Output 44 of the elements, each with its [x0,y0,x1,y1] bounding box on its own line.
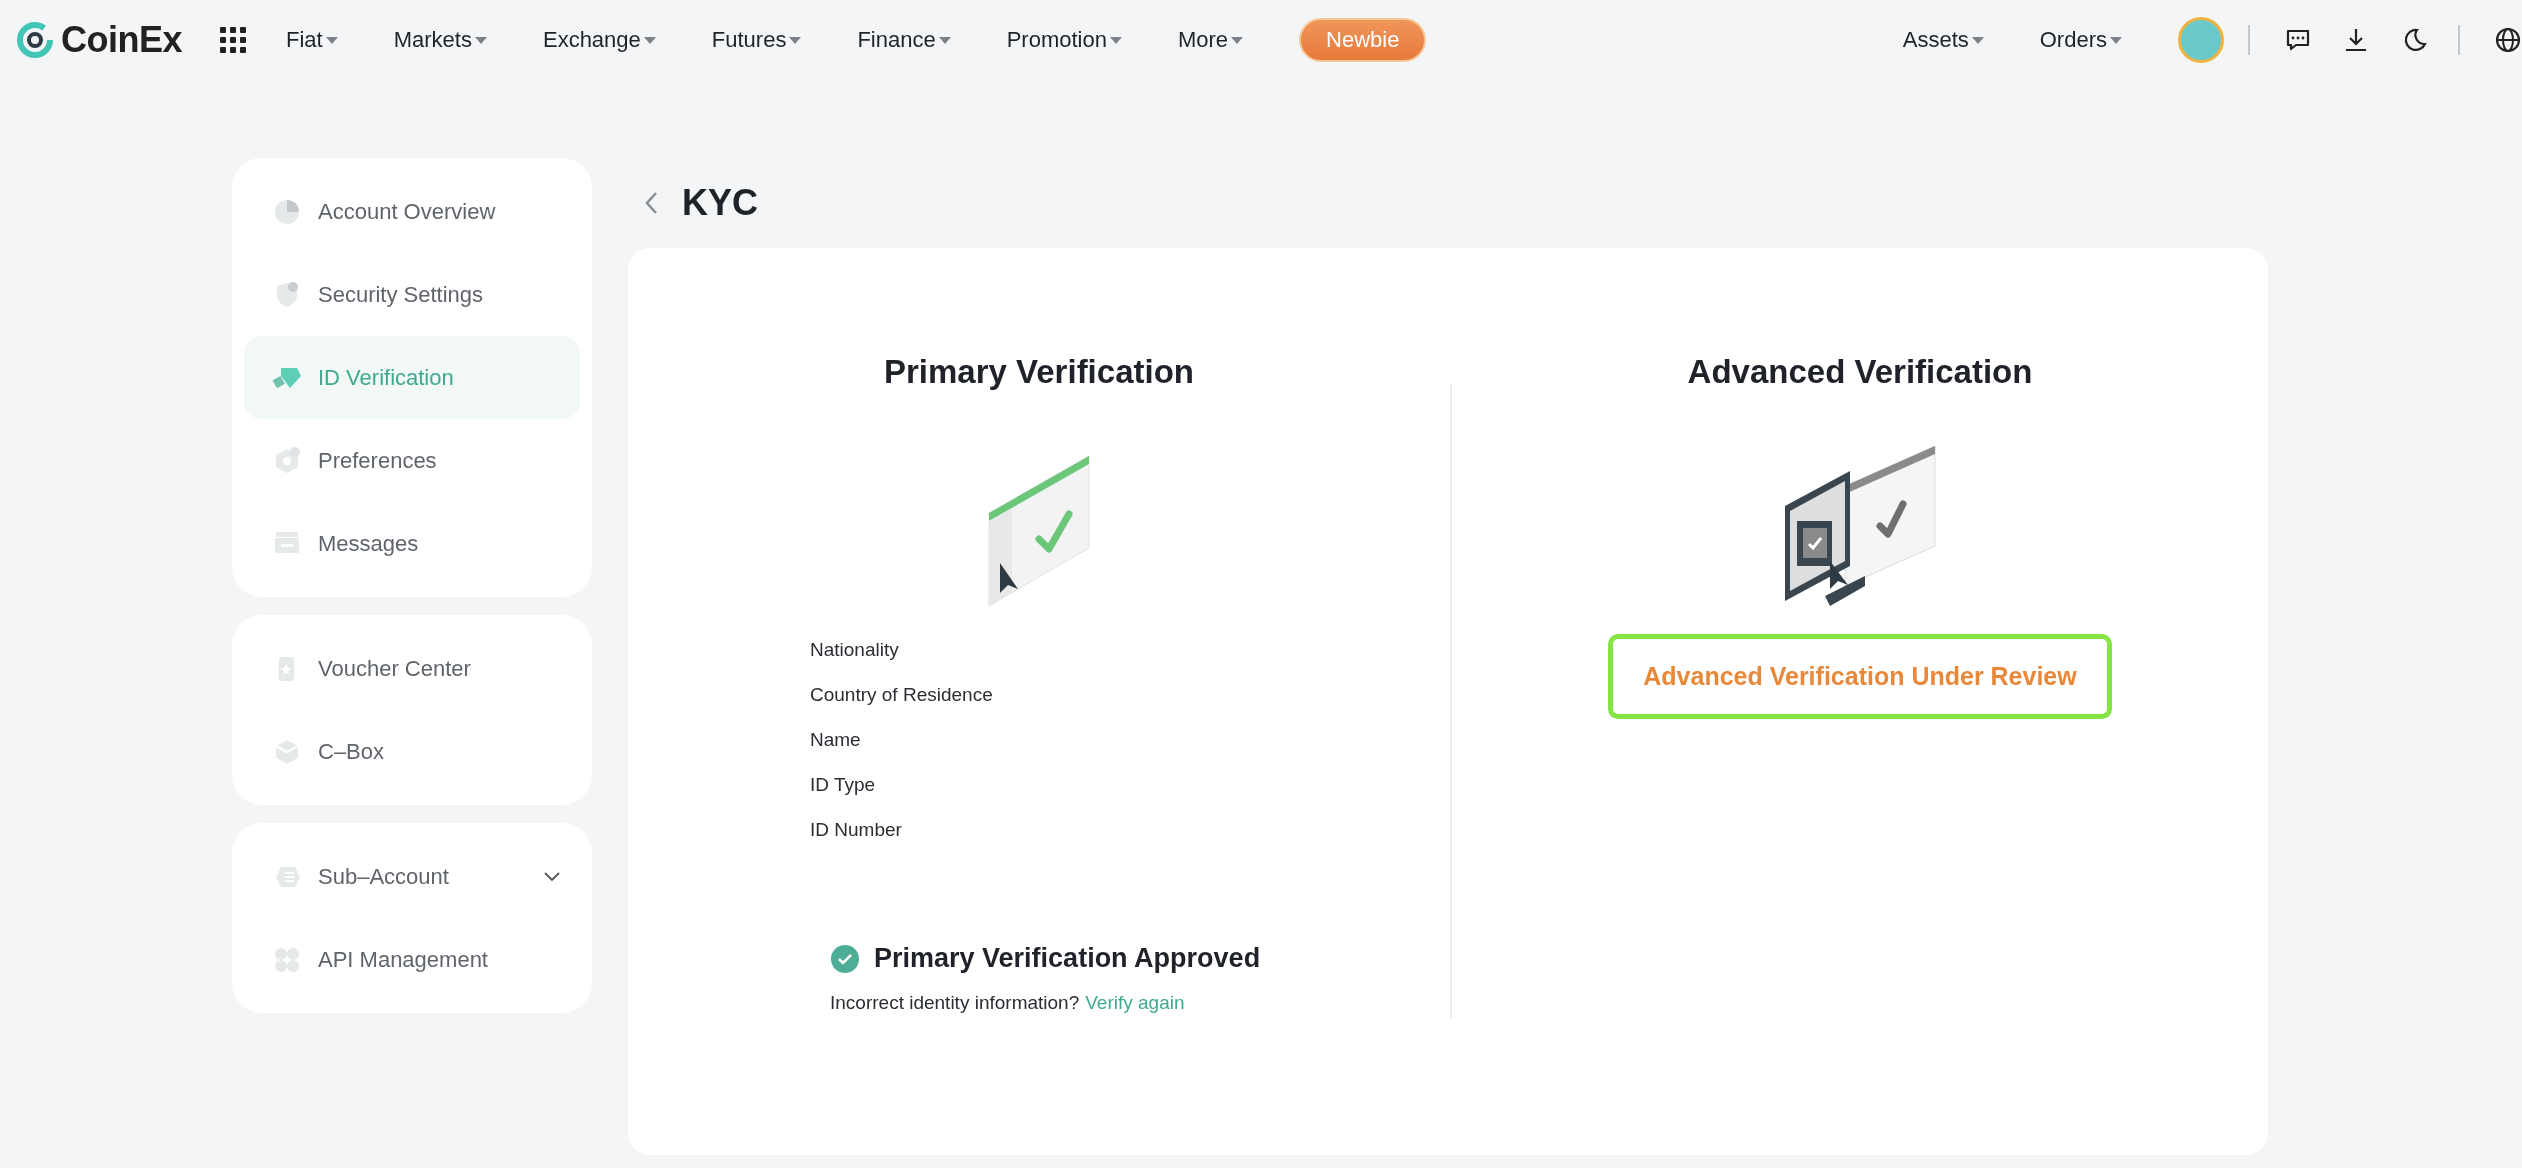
sidebar-item[interactable]: Sub–Account [244,835,580,918]
nav-menu[interactable]: Promotion [1006,27,1122,53]
sidebar-item[interactable]: Voucher Center [244,627,580,710]
caret-icon [325,36,338,44]
globe-icon[interactable] [2494,26,2522,54]
chevron-down-icon[interactable] [544,871,560,882]
caret-icon [789,36,802,44]
caret-icon [643,36,656,44]
field-label: Name [810,729,862,751]
nav-menu[interactable]: Exchange [542,27,656,53]
field-label: ID Type [810,774,877,796]
check-circle-icon [830,943,860,974]
nav-menu[interactable]: More [1177,27,1244,53]
nav-menu[interactable]: Assets [1902,27,1984,53]
logo-text[interactable]: CoinEx [61,19,182,61]
caret-icon [1109,36,1122,44]
nav-menu[interactable]: Fiat [286,27,338,53]
field-label: Nationality [810,639,900,661]
review-status: Advanced Verification Under Review [1608,634,2112,719]
sidebar-item[interactable]: Preferences [244,419,580,502]
caret-icon [474,36,487,44]
nav-menu[interactable]: Markets [393,27,487,53]
sidebar-item[interactable]: Messages [244,502,580,585]
caret-icon [1971,36,1984,44]
section-title: Advanced Verification [1687,353,2033,391]
page-title: KYC [682,182,758,224]
nav-menu[interactable]: Futures [711,27,802,53]
caret-icon [1231,36,1244,44]
section-title: Primary Verification [884,353,1194,391]
sidebar-item[interactable]: Account Overview [244,170,580,253]
sidebar-item[interactable]: API Management [244,918,580,1001]
back-icon[interactable] [644,191,658,215]
field-label: ID Number [810,819,903,841]
approved-status: Primary Verification Approved [874,943,1261,974]
apps-grid-icon[interactable] [220,27,246,53]
field-label: Country of Residence [810,684,993,706]
sidebar-item[interactable]: Security Settings [244,253,580,336]
note-text: Incorrect identity information? [830,992,1080,1014]
nav-menu[interactable]: Finance [857,27,951,53]
caret-icon [938,36,951,44]
nav-menu[interactable]: Orders [2039,27,2122,53]
sidebar-item[interactable]: C–Box [244,710,580,793]
logo-icon [15,20,55,60]
caret-icon [2110,36,2122,44]
